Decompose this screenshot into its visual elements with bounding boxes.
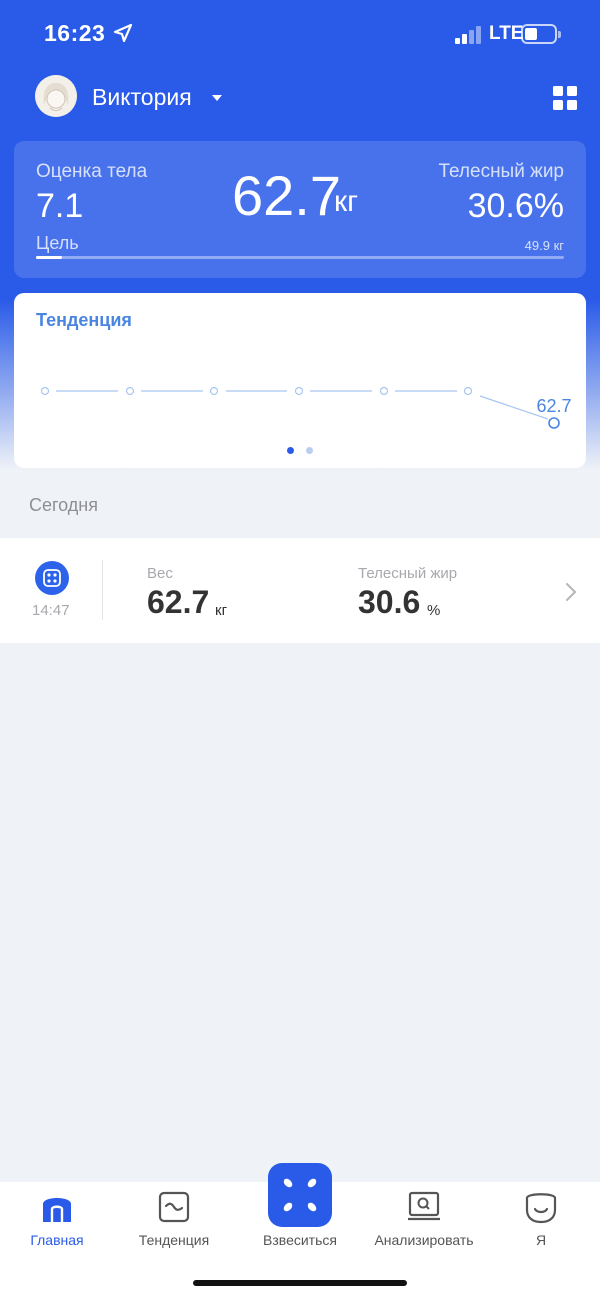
body-score-label: Оценка тела: [36, 161, 148, 182]
weight-value: 62.7: [232, 164, 341, 227]
trend-point: [379, 386, 389, 396]
divider: [102, 560, 103, 620]
page-dot[interactable]: [306, 447, 313, 454]
tab-label: Анализировать: [374, 1232, 474, 1248]
measurement-record-row[interactable]: 14:47 Вес 62.7 кг Телесный жир 30.6 %: [0, 538, 600, 643]
trend-icon: [158, 1191, 190, 1223]
tab-label: Я: [535, 1232, 547, 1248]
analyze-icon: [408, 1191, 440, 1221]
weight-unit: кг: [334, 185, 359, 218]
tab-label: Главная: [30, 1232, 84, 1248]
trend-point: [40, 386, 50, 396]
avatar-face-icon: [35, 75, 77, 117]
trend-card[interactable]: Тенденция 62.7: [14, 293, 586, 468]
record-weight-value: 62.7: [147, 584, 210, 620]
today-section-title: Сегодня: [29, 495, 98, 515]
status-bar: 16:23 LTE: [0, 0, 600, 70]
body-fat-value: 30.6%: [467, 187, 564, 225]
trend-point: [463, 386, 473, 396]
tab-profile[interactable]: Я: [481, 1182, 600, 1262]
body-summary-card[interactable]: Оценка тела 7.1 62.7 кг Телесный жир 30.…: [14, 141, 586, 278]
scale-icon: [283, 1178, 317, 1212]
profile-icon: [525, 1193, 557, 1224]
tab-home[interactable]: Главная: [0, 1182, 117, 1262]
record-weight-unit: кг: [215, 602, 228, 619]
location-arrow-icon: [113, 23, 133, 43]
goal-label: Цель: [36, 233, 79, 253]
body-fat-label: Телесный жир: [438, 161, 564, 182]
home-indicator: [193, 1280, 407, 1286]
record-time: 14:47: [32, 602, 70, 619]
goal-progress-fill: [36, 256, 63, 259]
trend-point-current: [548, 417, 560, 429]
goal-progress-bar: [36, 256, 564, 259]
record-weight-label: Вес: [147, 565, 173, 582]
tab-label: Тенденция: [138, 1232, 210, 1248]
weigh-button-label[interactable]: Взвеситься: [240, 1232, 360, 1248]
record-fat-label: Телесный жир: [358, 565, 458, 582]
battery-icon: [521, 24, 561, 44]
status-time: 16:23: [44, 20, 106, 46]
network-type: LTE: [489, 23, 524, 44]
page-dot-active[interactable]: [287, 447, 294, 454]
tab-trend[interactable]: Тенденция: [114, 1182, 234, 1262]
trend-sparkline: 62.7: [40, 386, 572, 429]
record-fat-value: 30.6: [358, 584, 421, 620]
weigh-button[interactable]: [268, 1163, 332, 1227]
avatar[interactable]: [35, 75, 77, 117]
trend-point: [125, 386, 135, 396]
trend-point: [209, 386, 219, 396]
trend-last-value: 62.7: [536, 396, 571, 416]
body-score-value: 7.1: [36, 187, 84, 225]
signal-icon: [455, 26, 483, 44]
grid-menu-icon[interactable]: [553, 86, 577, 110]
tab-analyze[interactable]: Анализировать: [364, 1182, 484, 1262]
trend-point: [294, 386, 304, 396]
chevron-down-icon[interactable]: [212, 95, 222, 101]
home-icon: [43, 1198, 71, 1222]
scale-icon: [35, 561, 69, 595]
user-name[interactable]: Виктория: [92, 84, 192, 111]
chevron-right-icon[interactable]: [565, 582, 577, 602]
record-fat-unit: %: [427, 602, 441, 619]
goal-value: 49.9 кг: [524, 238, 564, 253]
